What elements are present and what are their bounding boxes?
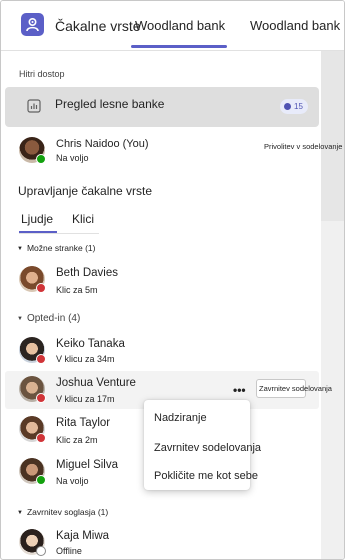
avatar-joshua-venture [19,376,46,403]
avatar-keiko-tanaka [19,337,46,364]
app-header: Čakalne vrste Woodland bank Woodland ban… [1,1,344,51]
opt-in-button[interactable]: Privolitev v sodelovanje [264,142,342,151]
group-opted-out-label[interactable]: ▼ Zavrnitev soglasja (1) [17,507,108,517]
queues-app-icon [21,13,44,36]
caret-down-icon: ▼ [17,316,23,322]
busy-status-icon [36,354,46,364]
scrollbar-thumb[interactable] [321,51,344,221]
quick-access-item[interactable]: Pregled lesne banke 15 [5,87,319,127]
avatar-rita-taylor [19,416,46,443]
call-count: 15 [294,102,303,111]
person-name: Joshua Venture [56,377,136,389]
caret-down-icon: ▼ [17,510,23,516]
quick-access-label: Hitri dostop [19,69,65,79]
avatar-miguel-silva [19,458,46,485]
person-status: V klicu za 17m [56,394,115,404]
more-options-icon[interactable]: ••• [233,383,246,397]
menu-item-end-participation[interactable]: Zavrnitev sodelovanja [154,442,261,454]
person-name: Rita Taylor [56,417,111,429]
available-status-icon [36,475,46,485]
person-status: Klic za 2m [56,435,98,445]
row-context-menu: Nadziranje Zavrnitev sodelovanja Pokliči… [144,400,261,490]
busy-status-icon [36,393,46,403]
person-name: Miguel Silva [56,459,118,471]
call-count-badge: 15 [280,99,308,114]
scrollbar-track[interactable] [321,51,344,559]
busy-status-icon [36,433,46,443]
avatar-kaja-miwa [19,529,46,556]
menu-item-monitor[interactable]: Nadziranje [154,412,207,424]
queue-management-heading: Upravljanje čakalne vrste [18,184,153,198]
subtab-divider [19,233,99,234]
my-status: Na voljo [56,153,89,163]
person-status: Offline [56,546,82,556]
avatar-chris-naidoo [19,137,46,164]
group-opted-in-label[interactable]: ▼ Opted-in (4) [17,313,80,324]
clock-icon [284,103,291,110]
person-status: V klicu za 34m [56,354,115,364]
person-name: Beth Davies [56,267,119,279]
person-status: Klic za 5m [56,285,98,295]
quick-access-item-label: Pregled lesne banke [55,97,165,111]
offline-status-icon [36,546,46,556]
available-status-icon [36,154,46,164]
avatar-beth-davies [19,266,46,293]
app-title: Čakalne vrste [55,18,141,34]
group-prospects-label[interactable]: ▼ Možne stranke (1) [17,243,95,253]
menu-item-call-as-self[interactable]: Pokličite me kot sebe [154,470,258,482]
my-name: Chris Naidoo (You) [56,138,149,150]
person-name: Keiko Tanaka [56,338,125,350]
tab-calls[interactable]: Klici [72,212,94,226]
caret-down-icon: ▼ [17,246,23,252]
tab-people[interactable]: Ljudje [21,212,53,226]
tab-woodland-bank[interactable]: Woodland bank [135,18,225,33]
person-name: Kaja Miwa [56,530,110,542]
busy-status-icon [36,283,46,293]
active-subtab-indicator [19,231,57,233]
person-status: Na voljo [56,476,89,486]
report-icon [27,99,41,113]
queues-app-window: Čakalne vrste Woodland bank Woodland ban… [0,0,345,560]
tab-woodland-bank-s[interactable]: Woodland bank s [250,18,344,33]
end-participation-button[interactable]: Zavrnitev sodelovanja [256,379,332,398]
active-tab-indicator [131,45,227,48]
